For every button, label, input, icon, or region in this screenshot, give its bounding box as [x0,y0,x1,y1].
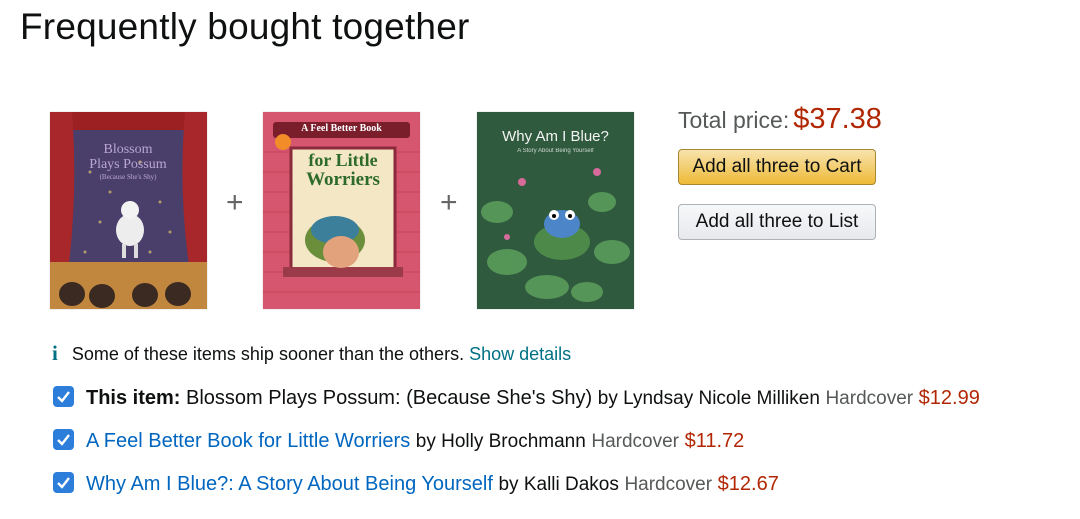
cover-banner: A Feel Better Book [301,123,382,134]
item-format: Hardcover [624,474,713,495]
section-title: Frequently bought together [20,6,470,47]
item-checkbox[interactable] [53,429,74,450]
info-icon: i [52,341,58,365]
book-cover-why-am-i-blue[interactable]: Why Am I Blue? A Story About Being Yours… [477,112,634,309]
item-title: Blossom Plays Possum: (Because She's Shy… [186,387,593,409]
cover-title-blossom: Blossom Plays Possum (Because She's Shy) [89,142,167,181]
book-cover-little-worriers[interactable]: A Feel Better Book for Little Worriers [263,112,420,309]
item-author: by Holly Brochmann [415,431,586,452]
item-price: $11.72 [684,430,745,452]
add-all-to-list-button[interactable]: Add all three to List [678,204,876,240]
item-format: Hardcover [825,388,914,409]
notice-text: Some of these items ship sooner than the… [71,344,465,364]
item-author: by Kalli Dakos [498,474,619,495]
total-price-label: Total price: [678,107,790,133]
total-price: Total price: $37.38 [678,103,882,136]
cover-title-worriers: for Little Worriers [306,150,380,190]
item-author: by Lyndsay Nicole Milliken [597,388,820,409]
shipping-notice: i Some of these items ship sooner than th… [52,341,571,366]
item-checkbox[interactable] [53,386,74,407]
item-checkbox[interactable] [53,472,74,493]
item-price: $12.67 [717,473,779,495]
item-format: Hardcover [591,431,680,452]
item-title-link[interactable]: A Feel Better Book for Little Worriers [86,430,410,452]
add-all-to-cart-button[interactable]: Add all three to Cart [678,149,876,185]
this-item-label: This item: [86,387,181,409]
plus-sign: + [226,186,244,219]
cover-title-blue: Why Am I Blue? A Story About Being Yours… [502,128,609,154]
total-price-value: $37.38 [793,103,882,135]
show-details-link[interactable]: Show details [469,344,571,364]
bundle-item-row: A Feel Better Book for Little Worriers b… [53,429,744,453]
item-price: $12.99 [918,387,980,409]
plus-sign: + [440,186,458,219]
item-title-link[interactable]: Why Am I Blue?: A Story About Being Your… [86,473,493,495]
book-cover-blossom[interactable]: Blossom Plays Possum (Because She's Shy) [50,112,207,309]
bundle-item-row: Why Am I Blue?: A Story About Being Your… [53,472,779,496]
bundle-item-row: This item: Blossom Plays Possum: (Becaus… [53,386,980,410]
